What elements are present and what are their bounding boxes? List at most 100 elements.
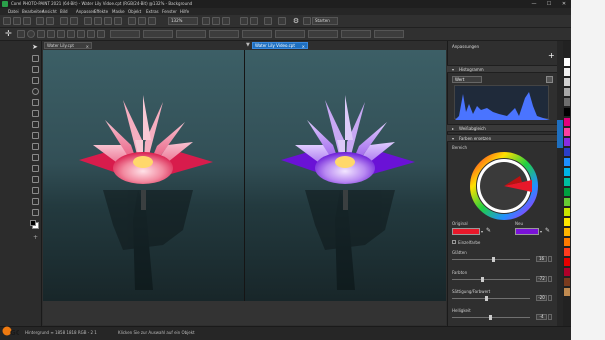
new-file-button[interactable] xyxy=(3,17,11,25)
slider-value-field[interactable]: -20 xyxy=(536,295,547,301)
freehand-mask-button[interactable] xyxy=(37,30,45,38)
add-tool-icon[interactable]: + xyxy=(33,235,38,241)
slider-track[interactable] xyxy=(452,259,530,260)
menu-item[interactable]: Hilfe xyxy=(180,9,189,14)
ellipse-mask-button[interactable] xyxy=(27,30,35,38)
chevron-down-icon[interactable]: ▾ xyxy=(481,229,483,234)
view-mode-button[interactable] xyxy=(128,17,136,25)
maximize-button[interactable]: ☐ xyxy=(542,0,556,8)
slider-value-field[interactable]: 16 xyxy=(536,256,547,262)
palette-swatch[interactable] xyxy=(564,78,570,86)
canvas-preview[interactable] xyxy=(245,50,446,301)
palette-swatch[interactable] xyxy=(564,138,570,146)
hide-mask-button[interactable] xyxy=(240,17,248,25)
palette-swatch[interactable] xyxy=(564,278,570,286)
fit-button[interactable] xyxy=(138,17,146,25)
tab-close-icon[interactable]: × xyxy=(302,44,305,49)
palette-swatch[interactable] xyxy=(564,258,570,266)
close-button[interactable]: ✕ xyxy=(557,0,571,8)
palette-swatch[interactable] xyxy=(564,248,570,256)
subtract-mask-button[interactable] xyxy=(87,30,95,38)
text-tool-icon[interactable] xyxy=(32,154,39,161)
mask-option-3[interactable] xyxy=(176,30,206,38)
add-plus-icon[interactable]: ✛ xyxy=(5,30,13,38)
canvas-original[interactable] xyxy=(43,50,244,301)
export-button[interactable] xyxy=(70,17,78,25)
menu-item[interactable]: Ansicht xyxy=(42,9,57,14)
mask-option-2[interactable] xyxy=(143,30,173,38)
channel-select[interactable]: Wert xyxy=(452,76,482,83)
options-gear-icon[interactable]: ⚙ xyxy=(292,17,300,25)
slider-track[interactable] xyxy=(452,298,530,299)
palette-swatch[interactable] xyxy=(564,218,570,226)
launch-select[interactable]: Starten xyxy=(312,17,338,25)
palette-swatch[interactable] xyxy=(564,98,570,106)
menu-item[interactable]: Bearbeiten xyxy=(22,9,44,14)
menu-item[interactable]: Anpassen xyxy=(76,9,95,14)
line-tool-icon[interactable] xyxy=(32,176,39,183)
slider-thumb[interactable] xyxy=(481,277,484,282)
slider-spinner[interactable] xyxy=(548,276,552,282)
histogram-options-button[interactable] xyxy=(546,76,553,83)
rotate-button[interactable] xyxy=(278,17,286,25)
palette-swatch[interactable] xyxy=(564,58,570,66)
add-mask-button[interactable] xyxy=(77,30,85,38)
menu-item[interactable]: Bild xyxy=(60,9,68,14)
palette-swatch[interactable] xyxy=(564,68,570,76)
tab-water-lily-video[interactable]: Water Lily Video.cpt × xyxy=(252,42,308,49)
palette-swatch[interactable] xyxy=(564,88,570,96)
slider-value-field[interactable]: -4 xyxy=(536,314,547,320)
freehand-mask-tool-icon[interactable] xyxy=(32,66,39,73)
menu-item[interactable]: Datei xyxy=(8,9,19,14)
menu-item[interactable]: Effekte xyxy=(94,9,108,14)
palette-swatch[interactable] xyxy=(564,178,570,186)
mask-mode-button[interactable] xyxy=(67,30,75,38)
slider-value-field[interactable]: -72 xyxy=(536,276,547,282)
palette-swatch[interactable] xyxy=(564,288,570,296)
magic-wand-button[interactable] xyxy=(47,30,55,38)
invert-mask-button[interactable] xyxy=(97,30,105,38)
zoom-out-button[interactable] xyxy=(212,17,220,25)
transparency-tool-icon[interactable] xyxy=(32,209,39,216)
eyedropper-tool-icon[interactable] xyxy=(32,99,39,106)
mask-option-4[interactable] xyxy=(209,30,239,38)
mask-option-9[interactable] xyxy=(374,30,404,38)
palette-swatch[interactable] xyxy=(564,128,570,136)
mask-option-1[interactable] xyxy=(110,30,140,38)
full-screen-button[interactable] xyxy=(148,17,156,25)
palette-swatch[interactable] xyxy=(564,268,570,276)
palette-swatch[interactable] xyxy=(564,188,570,196)
redo-button[interactable] xyxy=(46,17,54,25)
menu-item[interactable]: Objekt xyxy=(128,9,141,14)
slider-track[interactable] xyxy=(452,279,530,280)
menu-item[interactable]: Maske xyxy=(112,9,125,14)
mask-option-7[interactable] xyxy=(308,30,338,38)
palette-swatch[interactable] xyxy=(564,168,570,176)
launch-button[interactable] xyxy=(303,17,311,25)
mask-option-6[interactable] xyxy=(275,30,305,38)
save-button[interactable] xyxy=(23,17,31,25)
zoom-tool-icon[interactable] xyxy=(32,88,39,95)
clone-tool-icon[interactable] xyxy=(32,121,39,128)
slider-spinner[interactable] xyxy=(548,295,552,301)
palette-swatch[interactable] xyxy=(564,148,570,156)
rectangle-mask-button[interactable] xyxy=(17,30,25,38)
slider-spinner[interactable] xyxy=(548,256,552,262)
zoom-one-button[interactable] xyxy=(222,17,230,25)
slider-thumb[interactable] xyxy=(485,296,488,301)
slider-thumb[interactable] xyxy=(489,315,492,320)
retouch-tool-icon[interactable] xyxy=(32,110,39,117)
print-button[interactable] xyxy=(84,17,92,25)
crop-tool-icon[interactable] xyxy=(32,77,39,84)
zoom-level-select[interactable]: 132% xyxy=(168,17,198,25)
menu-item[interactable]: Fenster xyxy=(162,9,177,14)
foreground-color-swatch[interactable] xyxy=(30,220,36,226)
hide-objects-button[interactable] xyxy=(250,17,258,25)
crop-button[interactable] xyxy=(264,17,272,25)
brush-mask-button[interactable] xyxy=(57,30,65,38)
effect-tool-icon[interactable] xyxy=(32,143,39,150)
palette-swatch[interactable] xyxy=(564,118,570,126)
palette-swatch[interactable] xyxy=(564,198,570,206)
paint-tool-icon[interactable] xyxy=(32,132,39,139)
tab-close-icon[interactable]: × xyxy=(86,44,89,49)
